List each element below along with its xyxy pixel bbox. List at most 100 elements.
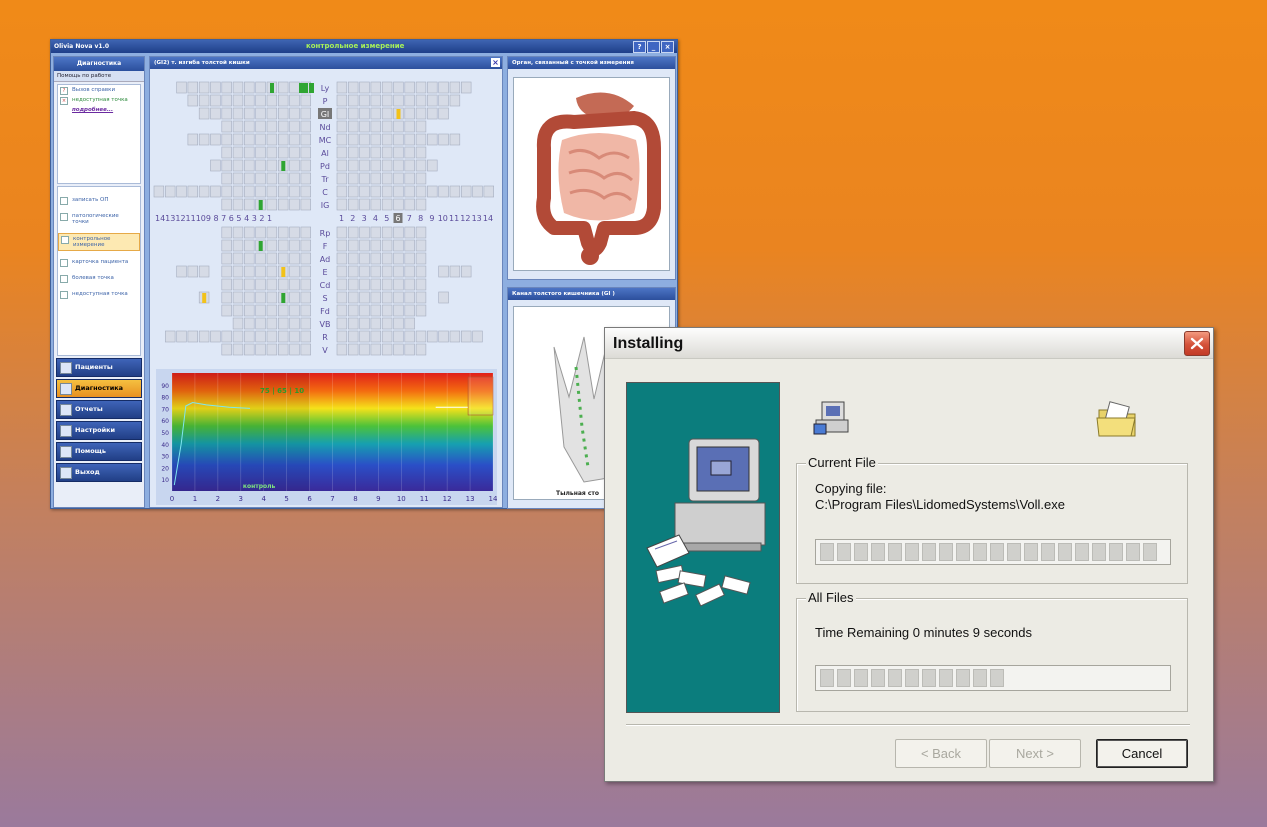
dialog-close-button[interactable] — [1184, 331, 1210, 356]
sidebar-item-unavailable[interactable]: недоступная точка — [58, 289, 140, 299]
nav-diagnostics[interactable]: Диагностика — [56, 379, 142, 398]
back-button[interactable]: < Back — [895, 739, 987, 768]
grid-cell — [427, 159, 438, 172]
grid-cell — [393, 172, 404, 185]
grid-cell — [404, 146, 415, 159]
sidebar-item-record[interactable]: записать ОП — [58, 195, 140, 205]
grid-cell — [404, 343, 415, 356]
meridian-label: Al — [321, 149, 329, 158]
help-call-link[interactable]: ? Вызов справки — [58, 85, 140, 95]
grid-cell — [266, 120, 278, 133]
grid-cell — [393, 146, 404, 159]
measurement-panel: (GI2) т. изгиба толстой кишки × Ly P GI Nd M… — [149, 56, 503, 508]
grid-cell — [266, 317, 278, 330]
grid-cell — [415, 94, 427, 107]
grid-cell — [415, 185, 427, 198]
grid-cell — [300, 146, 311, 159]
grid-cell — [244, 330, 255, 343]
all-progress-segment — [1058, 669, 1072, 687]
grid-cell — [359, 94, 370, 107]
grid-cell — [381, 252, 393, 265]
current-progress-segment — [1092, 543, 1106, 561]
meridian-label: MC — [319, 136, 332, 145]
grid-cell — [427, 94, 438, 107]
grid-cell — [300, 239, 311, 252]
next-button[interactable]: Next > — [989, 739, 1081, 768]
grid-cell — [381, 146, 393, 159]
nav-help[interactable]: Помощь — [56, 442, 142, 461]
chart-x-tick: 1 — [193, 495, 197, 503]
nav-settings[interactable]: Настройки — [56, 421, 142, 440]
grid-cell — [300, 265, 311, 278]
close-icon[interactable]: × — [661, 41, 674, 53]
grid-cell — [393, 94, 404, 107]
grid-cell — [359, 120, 370, 133]
grid-cell — [370, 330, 381, 343]
minimize-icon[interactable]: _ — [647, 41, 660, 53]
grid-cell — [300, 278, 311, 291]
grid-cell — [348, 265, 359, 278]
grid-cell — [370, 159, 381, 172]
grid-cell — [381, 185, 393, 198]
grid-cell — [244, 304, 255, 317]
help-icon[interactable]: ? — [633, 41, 646, 53]
meridian-grid[interactable]: Ly P GI Nd MC Al Pd Tr C IG 14131211109 8 7 6 5 4 … — [150, 70, 502, 366]
all-files-group: All Files Time Remaining 0 minutes 9 sec… — [796, 590, 1188, 712]
grid-cell — [266, 278, 278, 291]
grid-close-icon[interactable]: × — [491, 58, 500, 67]
grid-cell — [393, 265, 404, 278]
sidebar-item-patient-card[interactable]: карточка пациента — [58, 257, 140, 267]
grid-cell — [370, 317, 381, 330]
grid-cell — [244, 94, 255, 107]
grid-cell — [289, 265, 300, 278]
grid-cell — [210, 185, 221, 198]
grid-cell — [266, 198, 278, 211]
more-link[interactable]: подробнее... — [58, 105, 140, 115]
sidebar-item-control-measure[interactable]: контрольное измерение — [58, 233, 140, 251]
grid-cell — [370, 239, 381, 252]
grid-cell — [370, 185, 381, 198]
grid-cell — [300, 330, 311, 343]
nav-exit[interactable]: Выход — [56, 463, 142, 482]
grid-cell — [255, 330, 266, 343]
grid-cell — [381, 330, 393, 343]
left-number-row: 14131211109 8 7 6 5 4 3 2 1 — [155, 214, 272, 223]
grid-cell — [460, 185, 472, 198]
cancel-button[interactable]: Cancel — [1096, 739, 1188, 768]
right-number: 6 — [396, 214, 401, 223]
hand-caption: Тыльная сто — [556, 490, 599, 497]
grid-cell — [221, 146, 232, 159]
grid-cell — [381, 317, 393, 330]
organ-panel: Орган, связанный с точкой измерения — [507, 56, 676, 280]
tools-box: записать ОП патологические точки контрол… — [57, 186, 141, 356]
chart-x-tick: 6 — [307, 495, 312, 503]
installer-banner — [626, 382, 780, 713]
sidebar-item-pathological[interactable]: патологические точки — [58, 211, 140, 227]
grid-cell — [278, 107, 289, 120]
chart-x-tick: 5 — [284, 495, 288, 503]
meridian-label: Ly — [321, 84, 330, 93]
measurement-chart: 0 1 2 3 4 5 6 7 8 9 10 11 12 13 14 90 80 70 60 50 40 30 20 10 75… — [156, 369, 498, 505]
point-marker — [281, 267, 286, 277]
grid-cell — [255, 252, 266, 265]
grid-cell — [427, 185, 438, 198]
chart-x-tick: 12 — [443, 495, 452, 503]
grid-cell — [278, 146, 289, 159]
grid-cell — [415, 239, 427, 252]
grid-cell — [221, 291, 232, 304]
nav-patients[interactable]: Пациенты — [56, 358, 142, 377]
grid-cell — [359, 146, 370, 159]
right-number: 14 — [483, 214, 493, 223]
grid-cell — [359, 265, 370, 278]
point-marker — [299, 83, 308, 93]
chart-marker-box — [467, 376, 494, 416]
grid-cell — [359, 172, 370, 185]
grid-cell — [427, 133, 438, 146]
nav-reports[interactable]: Отчеты — [56, 400, 142, 419]
grid-cell — [393, 198, 404, 211]
grid-cell — [255, 133, 266, 146]
current-progress-segment — [1075, 543, 1089, 561]
grid-cell — [393, 185, 404, 198]
chart-y-tick: 50 — [161, 430, 169, 437]
sidebar-item-pain-point[interactable]: болевая точка — [58, 273, 140, 283]
